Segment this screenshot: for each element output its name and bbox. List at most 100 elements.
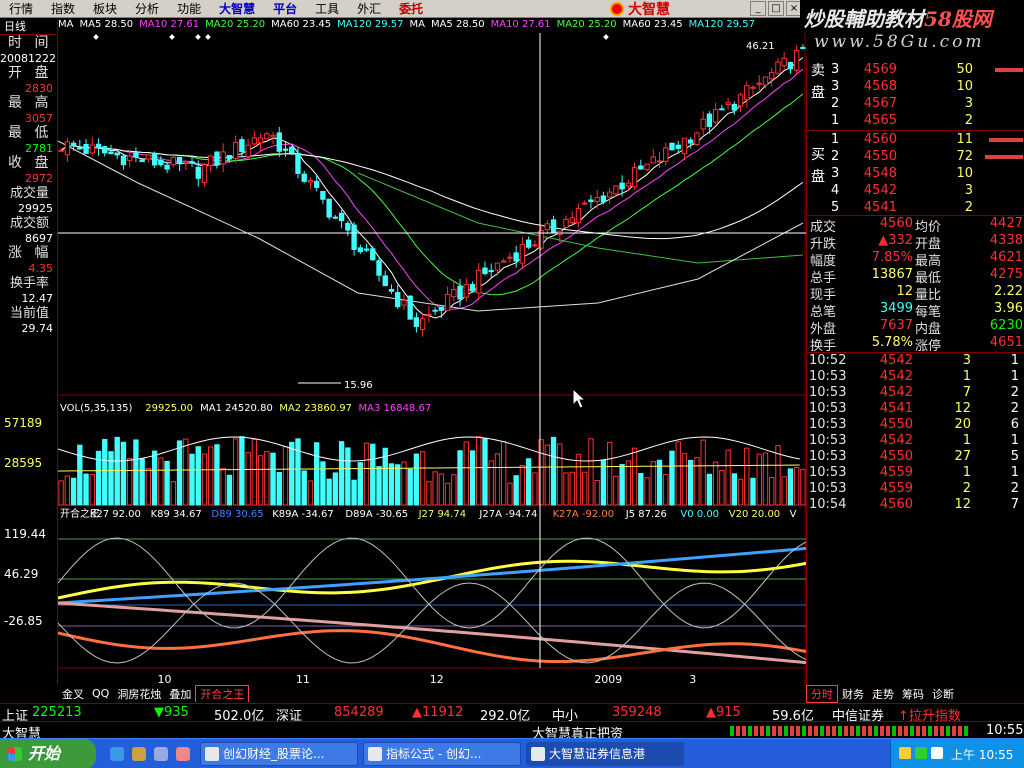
minibar-cell (928, 726, 932, 736)
tick-time: 10:53 (809, 385, 847, 400)
volume-bar (158, 457, 164, 506)
ticker1-item-10: ▲915 (706, 705, 741, 720)
menu-item-7[interactable]: 工具 (306, 0, 348, 18)
order-book-row[interactable]: 1 4560 11 (807, 132, 1024, 149)
right-tab-1[interactable]: 财务 (838, 686, 868, 702)
indicator-tabs: 金叉 QQ 洞房花烛 叠加 开合之王 (58, 685, 806, 702)
minibar-cell (742, 726, 746, 736)
left-label-7: 涨 幅 (8, 245, 53, 261)
ind-tab-4[interactable]: 开合之王 (195, 685, 250, 702)
ie-icon[interactable] (110, 747, 124, 761)
tick-price: 4542 (879, 369, 913, 384)
ob-price: 4541 (863, 200, 897, 215)
candle-body (700, 118, 706, 130)
task-button-1[interactable]: 指标公式 - 创幻... (363, 742, 521, 766)
tray-icon-1[interactable] (899, 747, 911, 759)
menu-item-4[interactable]: 功能 (168, 0, 210, 18)
ma-title-10: MA60 23.45 (622, 19, 683, 30)
right-tab-2[interactable]: 走势 (868, 686, 898, 702)
order-book-row[interactable]: 3 4568 10 (807, 79, 1024, 96)
mouse-cursor-icon (572, 388, 586, 409)
task-button-0[interactable]: 创幻财经_股票论... (200, 742, 358, 766)
ind-tab-0[interactable]: 金叉 (58, 686, 88, 702)
menu-item-8[interactable]: 外汇 (348, 0, 390, 18)
volume-bar (276, 472, 282, 506)
chart-area[interactable]: VOL(5,35,135) 29925.00 MA1 24520.80 MA2 238… (58, 33, 806, 685)
tick-row[interactable]: 10:53 4559 1 1 (807, 465, 1024, 481)
volume-bar (64, 475, 71, 506)
menu-item-2[interactable]: 板块 (84, 0, 126, 18)
minibar-cell (898, 726, 902, 736)
banner-line2: www.58Gu.com (814, 32, 985, 52)
ind-tab-3[interactable]: 叠加 (165, 686, 195, 702)
tick-row[interactable]: 10:53 4550 27 5 (807, 449, 1024, 465)
menu-item-9[interactable]: 委托 (390, 0, 432, 18)
ind-tab-1[interactable]: QQ (88, 687, 113, 700)
app-icon[interactable] (176, 747, 190, 761)
ind-title-1: K27 92.00 (90, 509, 141, 520)
right-tab-3[interactable]: 筹码 (898, 686, 928, 702)
menu-item-3[interactable]: 分析 (126, 0, 168, 18)
volume-bar (644, 477, 650, 506)
tick-row[interactable]: 10:53 4541 12 2 (807, 401, 1024, 417)
order-book-row[interactable]: 3 4548 10 (807, 166, 1024, 183)
tick-row[interactable]: 10:54 4560 12 7 (807, 497, 1024, 513)
order-book-row[interactable]: 2 4550 72 (807, 149, 1024, 166)
tick-row[interactable]: 10:53 4542 1 1 (807, 433, 1024, 449)
ob-level: 3 (831, 166, 840, 181)
candle-body (338, 212, 345, 222)
tick-row[interactable]: 10:53 4542 1 1 (807, 369, 1024, 385)
ind-tab-2[interactable]: 洞房花烛 (113, 686, 165, 702)
start-button[interactable]: 开始 (0, 739, 96, 768)
candle-body (488, 270, 494, 273)
ob-qty: 11 (956, 132, 973, 147)
order-book-row[interactable]: 2 4567 3 (807, 96, 1024, 113)
candle-body (750, 86, 756, 89)
left-label-5: 成交量 (10, 186, 50, 201)
right-tab-0[interactable]: 分时 (806, 684, 838, 703)
stat-value: 6230 (989, 318, 1023, 333)
task-button-2[interactable]: 大智慧证券信息港 (526, 742, 684, 766)
order-book-row[interactable]: 1 4565 2 (807, 113, 1024, 130)
ind-title-10: V0 0.00 (680, 509, 719, 520)
candle-body (102, 146, 108, 154)
candle-body (594, 197, 600, 202)
folder-icon[interactable] (132, 747, 146, 761)
tick-row[interactable]: 10:53 4542 7 2 (807, 385, 1024, 401)
tick-price: 4559 (879, 481, 913, 496)
tick-row[interactable]: 10:53 4559 2 2 (807, 481, 1024, 497)
tray-icon-3[interactable] (931, 747, 943, 759)
left-value-9: 29.74 (21, 322, 54, 335)
x-axis-label-4: 3 (689, 673, 696, 685)
ticker1-item-9: 359248 (612, 705, 662, 720)
ob-price: 4548 (863, 166, 897, 181)
ob-level: 3 (831, 79, 840, 94)
volume-bar (151, 450, 158, 506)
system-tray: 上午 10:55 (890, 739, 1024, 768)
tray-icon-2[interactable] (915, 747, 927, 759)
volume-bar (762, 452, 769, 506)
left-value-5: 29925 (18, 202, 53, 215)
right-tab-4[interactable]: 诊断 (928, 686, 958, 702)
vol-title-0: VOL(5,35,135) (60, 403, 133, 414)
order-book-row[interactable]: 3 4569 50 (807, 62, 1024, 79)
menu-item-1[interactable]: 指数 (42, 0, 84, 18)
menu-item-6[interactable]: 平台 (264, 0, 306, 18)
tick-price: 4542 (879, 385, 913, 400)
ob-qty: 3 (964, 183, 973, 198)
media-icon[interactable] (154, 747, 168, 761)
tick-row[interactable]: 10:53 4550 20 6 (807, 417, 1024, 433)
minimize-icon[interactable]: _ (750, 1, 766, 16)
volume-bar (725, 449, 731, 506)
candle-body (631, 167, 638, 188)
volume-bar (89, 474, 95, 506)
candle-body (401, 299, 407, 306)
volume-bar (463, 441, 469, 506)
restore-icon[interactable]: □ (768, 1, 784, 16)
order-book-row[interactable]: 4 4542 3 (807, 183, 1024, 200)
menu-item-5[interactable]: 大智慧 (210, 0, 264, 18)
volume-bar (563, 472, 569, 506)
tick-row[interactable]: 10:52 4542 3 1 (807, 353, 1024, 369)
period-label[interactable]: 日线 (0, 19, 57, 35)
menu-item-0[interactable]: 行情 (0, 0, 42, 18)
